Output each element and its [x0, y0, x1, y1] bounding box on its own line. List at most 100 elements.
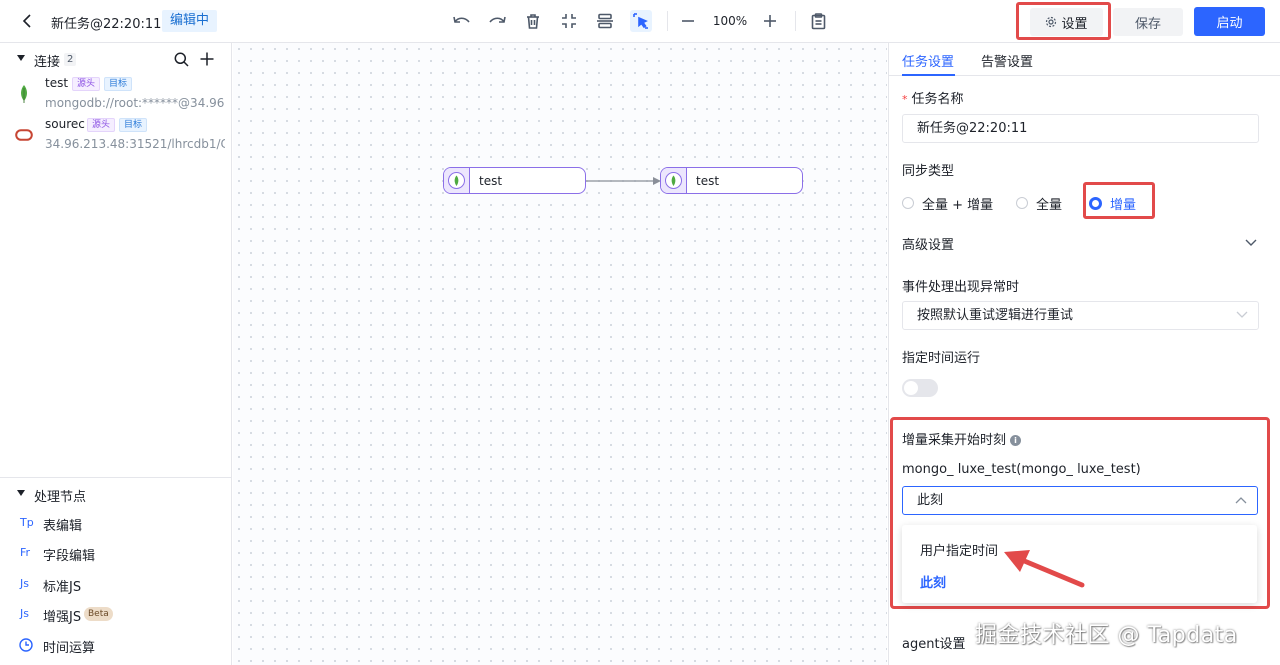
radio-circle-icon: [1016, 197, 1028, 209]
node-edge: [586, 177, 661, 185]
clock-icon: [19, 638, 33, 655]
processor-label: 增强JS: [43, 610, 82, 625]
connection-name-label: mongo_ luxe_test(mongo_ luxe_test): [902, 462, 1141, 477]
sync-type-label: 同步类型: [902, 164, 955, 179]
tab-task-settings[interactable]: 任务设置: [902, 51, 954, 70]
status-badge: 编辑中: [162, 10, 218, 32]
top-bar: 新任务@22:20:11 编辑中 100% 设置 保存 启动: [0, 0, 1280, 43]
processor-enhanced-js[interactable]: Js 增强JS Beta: [0, 600, 232, 630]
advanced-settings-label: 高级设置: [902, 238, 955, 253]
start-button[interactable]: 启动: [1194, 7, 1265, 36]
dropdown-option-user-time[interactable]: 用户指定时间: [920, 540, 998, 559]
radio-label: 全量: [1036, 197, 1063, 213]
advanced-settings-toggle[interactable]: 高级设置: [902, 234, 1259, 254]
processor-field-edit[interactable]: Fr 字段编辑: [0, 539, 232, 569]
field-edit-icon: Fr: [20, 546, 31, 559]
select-pointer-icon[interactable]: [630, 10, 652, 32]
scheduled-run-switch[interactable]: [902, 379, 938, 397]
search-icon[interactable]: [172, 50, 190, 68]
agent-settings-label: agent设置: [902, 637, 966, 652]
auto-layout-icon[interactable]: [594, 10, 616, 32]
required-star-icon: *: [902, 93, 908, 106]
panel-tabs: 任务设置 告警设置: [889, 43, 1280, 76]
scheduled-run-label: 指定时间运行: [902, 351, 981, 366]
js-icon: Js: [20, 577, 29, 590]
back-arrow-icon[interactable]: [18, 12, 36, 30]
beta-badge: Beta: [84, 607, 113, 621]
processing-title: 处理节点: [34, 490, 87, 505]
processor-label: 标准JS: [43, 580, 82, 595]
processor-standard-js[interactable]: Js 标准JS: [0, 570, 232, 600]
connections-section-header[interactable]: 连接 2: [0, 44, 232, 74]
chevron-down-icon: [1236, 311, 1248, 318]
connections-title: 连接: [34, 55, 61, 70]
caret-down-icon: [17, 55, 25, 61]
start-time-select[interactable]: 此刻: [902, 486, 1258, 515]
node-db-icon: [661, 168, 687, 193]
incremental-start-label: 增量采集开始时刻 i: [902, 429, 1022, 448]
dag-canvas[interactable]: test test: [233, 43, 887, 665]
tab-alert-settings[interactable]: 告警设置: [981, 51, 1033, 70]
radio-circle-icon: [902, 197, 914, 209]
caret-down-icon: [17, 490, 25, 496]
info-icon[interactable]: i: [1010, 435, 1022, 446]
task-title: 新任务@22:20:11: [51, 17, 162, 32]
annotation-arrow: [1004, 550, 1085, 588]
connection-uri: 34.96.213.48:31521/lhrcdb1/C...: [45, 137, 225, 151]
zoom-level: 100%: [712, 14, 748, 28]
clipboard-log-icon[interactable]: [807, 10, 829, 32]
js-icon: Js: [20, 607, 29, 620]
processing-section-header[interactable]: 处理节点: [0, 479, 232, 509]
target-tag: 目标: [119, 118, 148, 132]
radio-full-incremental[interactable]: 全量 + 增量: [902, 194, 994, 213]
select-value: 按照默认重试逻辑进行重试: [917, 308, 1074, 323]
connections-count: 2: [64, 53, 77, 66]
watermark: 掘金技术社区 @ Tapdata: [975, 623, 1238, 648]
toolbar-divider: [795, 11, 796, 31]
node-db-icon: [444, 168, 470, 193]
node-label: test: [696, 174, 720, 188]
left-sidebar: 连接 2 test 源头 目标 mongodb://root:******@34…: [0, 43, 232, 665]
connection-item-test[interactable]: test 源头 目标 mongodb://root:******@34.96..…: [0, 76, 232, 118]
source-tag: 源头: [72, 77, 101, 91]
processor-label: 表编辑: [43, 519, 83, 534]
connection-uri: mongodb://root:******@34.96...: [45, 96, 225, 110]
source-node[interactable]: test: [443, 167, 586, 194]
undo-icon[interactable]: [451, 10, 473, 32]
fit-view-icon[interactable]: [558, 10, 580, 32]
mongodb-leaf-icon: [15, 84, 33, 104]
toolbar-divider: [667, 11, 668, 31]
add-connection-icon[interactable]: [198, 50, 216, 68]
oracle-icon: [15, 125, 33, 145]
connection-name: sourec: [45, 117, 85, 131]
event-error-label: 事件处理出现异常时: [902, 280, 1020, 295]
select-value: 此刻: [917, 493, 944, 508]
processor-table-edit[interactable]: Tp 表编辑: [0, 509, 232, 539]
task-name-input[interactable]: 新任务@22:20:11: [902, 114, 1259, 143]
connection-item-sourec[interactable]: sourec 源头 目标 34.96.213.48:31521/lhrcdb1/…: [0, 117, 232, 159]
target-tag: 目标: [104, 77, 133, 91]
processor-label: 字段编辑: [43, 549, 96, 564]
chevron-down-icon: [1245, 239, 1257, 246]
processor-time-calc[interactable]: 时间运算: [0, 631, 232, 661]
node-label: test: [479, 174, 503, 188]
save-button[interactable]: 保存: [1113, 8, 1183, 36]
active-tab-indicator: [902, 74, 955, 76]
chevron-up-icon: [1235, 497, 1247, 504]
radio-full[interactable]: 全量: [1016, 194, 1063, 213]
task-name-label: * 任务名称: [902, 92, 964, 107]
delete-icon[interactable]: [522, 10, 544, 32]
dropdown-option-now[interactable]: 此刻: [920, 572, 946, 591]
source-tag: 源头: [87, 118, 116, 132]
radio-label: 全量 + 增量: [922, 197, 994, 213]
annotation-highlight-radio: [1083, 182, 1155, 219]
target-node[interactable]: test: [660, 167, 803, 194]
table-edit-icon: Tp: [20, 516, 34, 529]
zoom-out-icon[interactable]: [677, 10, 699, 32]
event-error-select[interactable]: 按照默认重试逻辑进行重试: [902, 301, 1259, 330]
zoom-in-icon[interactable]: [759, 10, 781, 32]
redo-icon[interactable]: [486, 10, 508, 32]
annotation-highlight-settings: [1016, 2, 1111, 40]
processor-label: 时间运算: [43, 641, 96, 656]
sidebar-divider: [0, 477, 232, 478]
